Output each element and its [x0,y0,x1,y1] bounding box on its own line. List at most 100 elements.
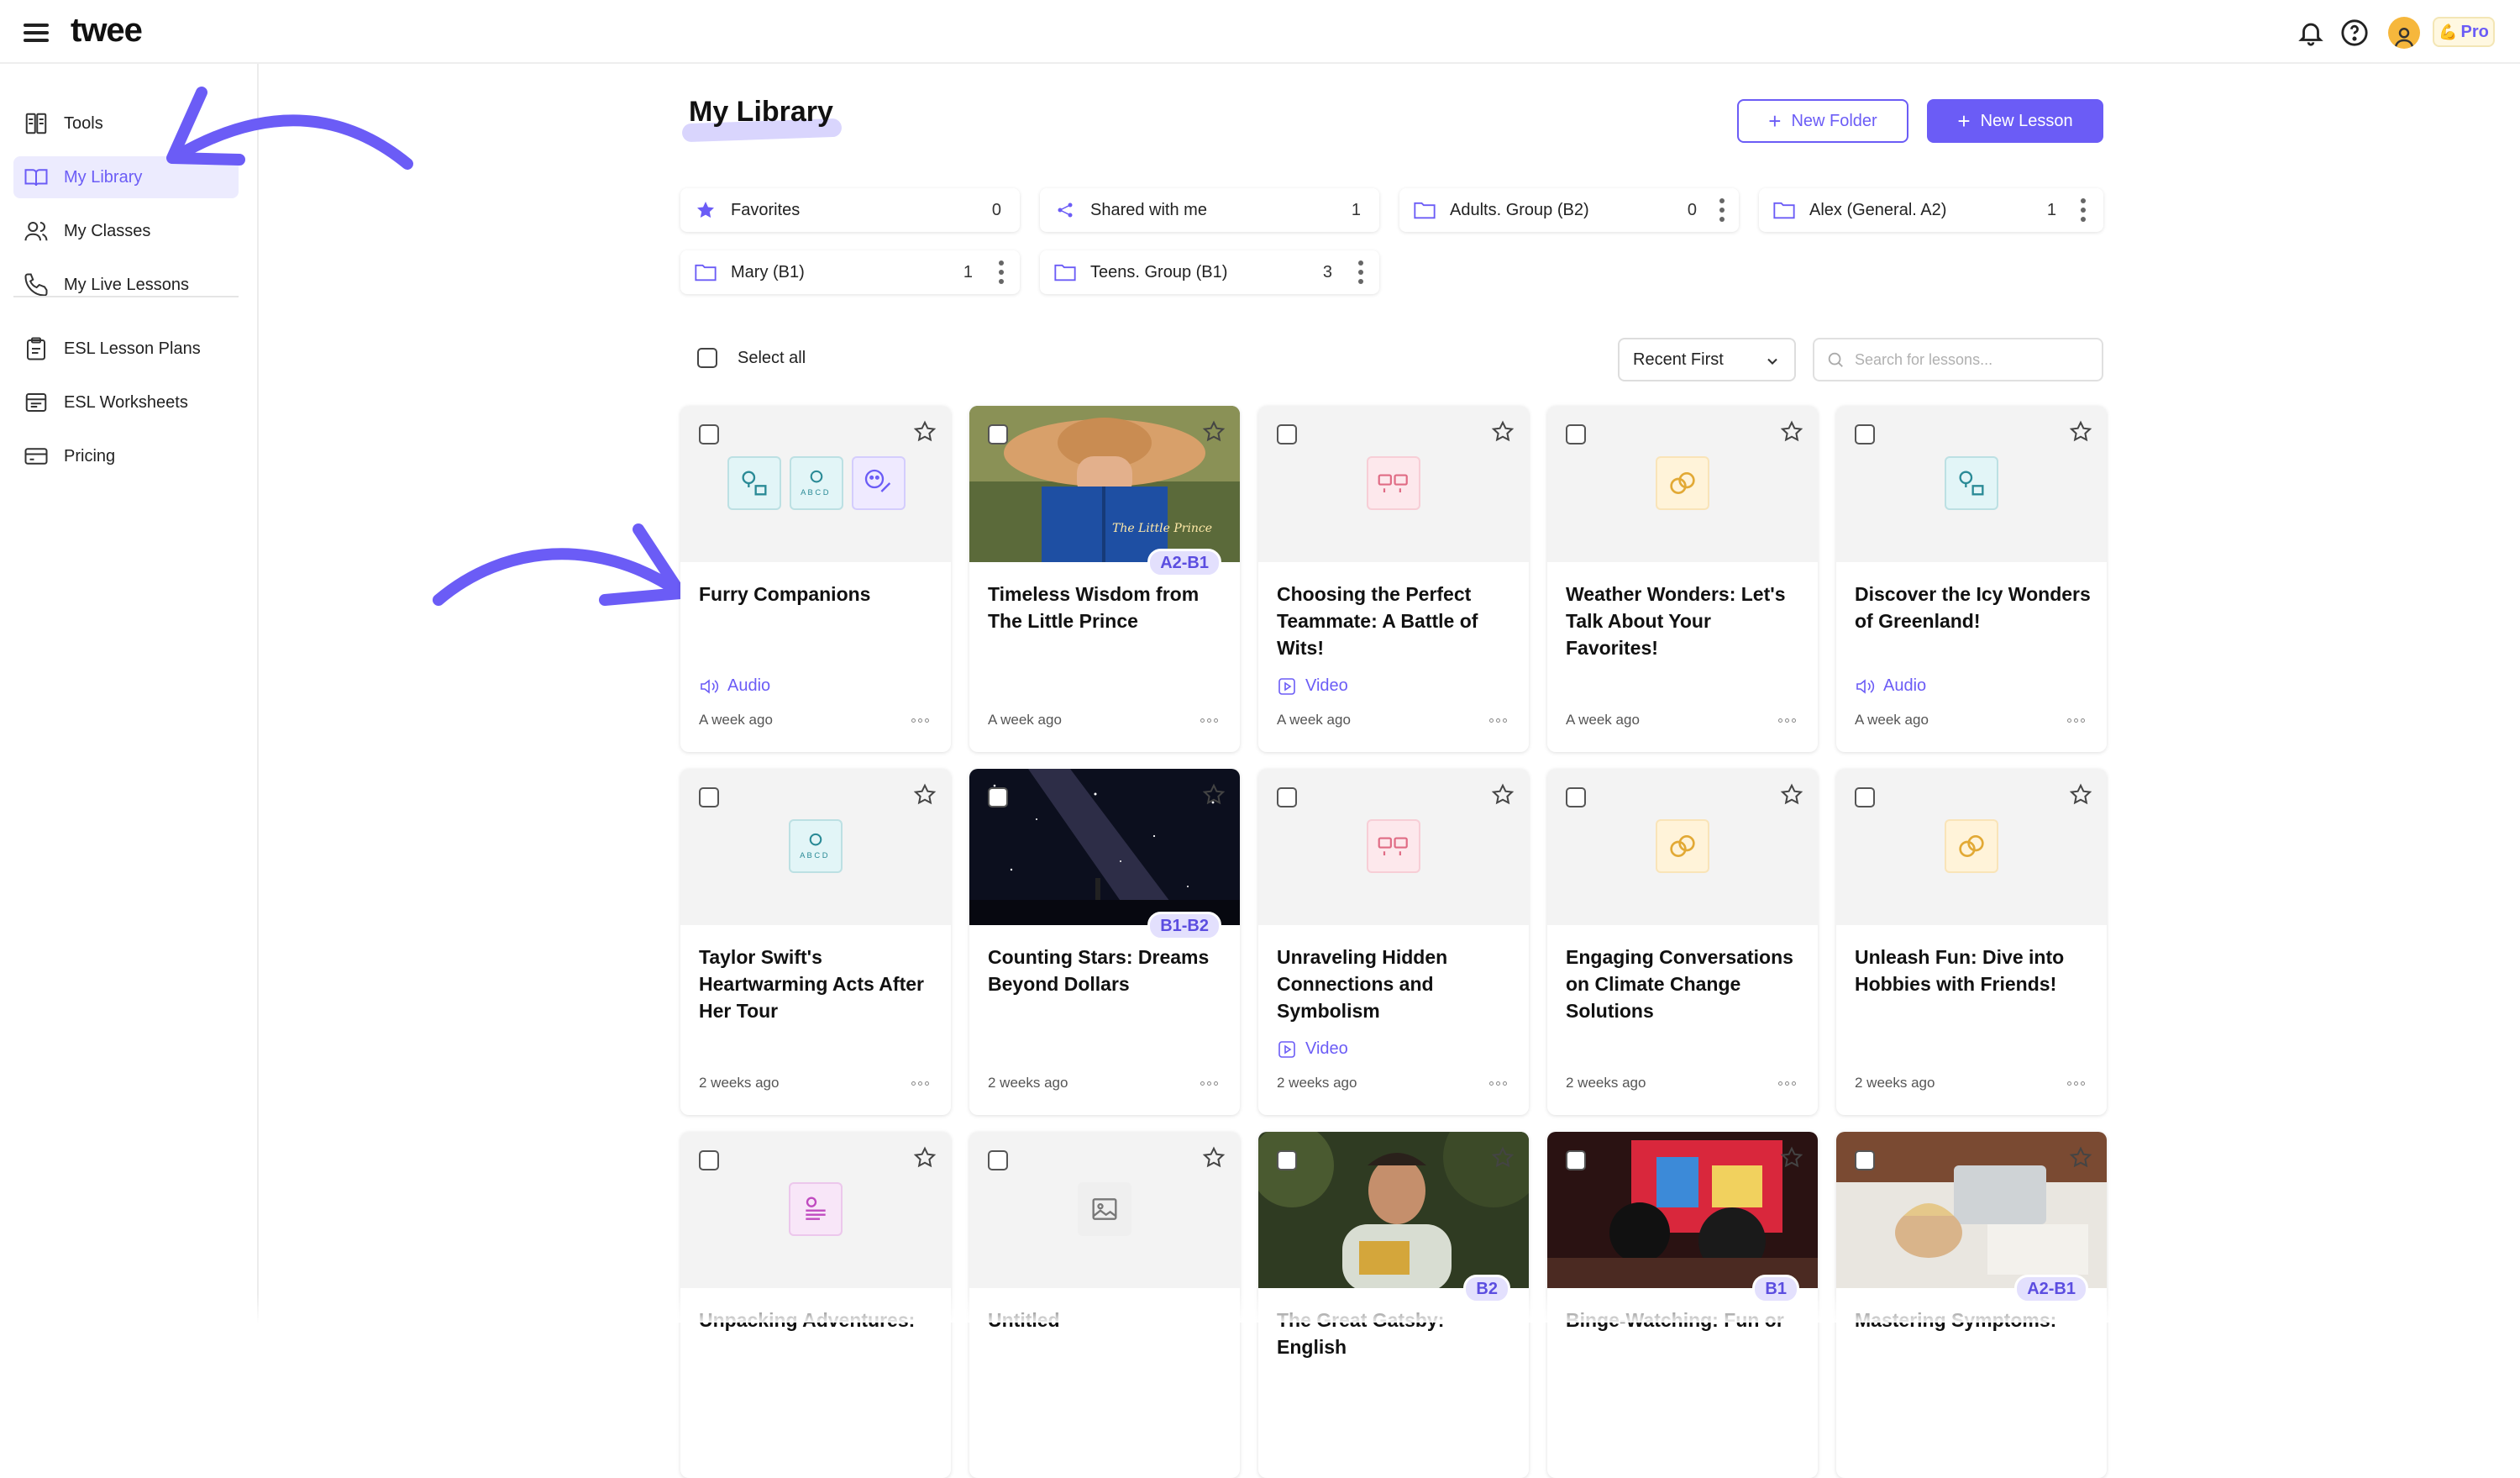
more-options-icon[interactable] [2067,718,2085,723]
lesson-card[interactable]: B1-B2 Counting Stars: Dreams Beyond Dolla… [969,769,1240,1115]
sidebar-item-esl-worksheets[interactable]: ESL Worksheets [13,381,239,423]
star-icon[interactable] [1490,1145,1515,1170]
more-options-icon[interactable] [1489,1081,1507,1086]
lesson-title: Discover the Icy Wonders of Greenland! [1855,583,2091,632]
star-icon[interactable] [912,782,937,807]
folder-teens-group[interactable]: Teens. Group (B1) 3 [1040,250,1379,294]
star-icon[interactable] [2068,419,2093,444]
more-options-icon[interactable] [1200,1081,1218,1086]
star-icon[interactable] [1490,419,1515,444]
star-icon[interactable] [1779,1145,1804,1170]
sidebar-item-tools[interactable]: Tools [13,103,239,145]
lesson-card[interactable]: The Little Prince A2-B1 Timeless Wisdom fr… [969,406,1240,752]
avatar[interactable] [2388,17,2420,49]
star-icon[interactable] [1201,1145,1226,1170]
lesson-date: 2 weeks ago [1277,1075,1357,1091]
lesson-checkbox[interactable] [988,424,1008,444]
lesson-checkbox[interactable] [1566,424,1586,444]
more-options-icon[interactable] [1778,1081,1796,1086]
clipboard-icon [27,337,45,360]
select-all-checkbox[interactable] [697,348,717,368]
folder-adults-group[interactable]: Adults. Group (B2) 0 [1399,188,1739,232]
menu-icon[interactable] [24,24,49,42]
lesson-checkbox[interactable] [1277,1150,1297,1170]
lesson-card[interactable]: Unraveling Hidden Connections and Symbol… [1258,769,1529,1115]
lesson-type-icon [1656,819,1709,873]
lesson-date: A week ago [1566,712,1640,728]
sidebar-item-my-live-lessons[interactable]: My Live Lessons [13,264,239,306]
new-lesson-button[interactable]: + New Lesson [1927,99,2103,143]
folder-shared-with-me[interactable]: Shared with me 1 [1040,188,1379,232]
more-options-icon[interactable] [1778,718,1796,723]
folder-menu-icon[interactable] [998,260,1005,284]
lesson-date: 2 weeks ago [699,1075,780,1091]
audio-icon [1856,678,1875,694]
help-icon[interactable] [2340,18,2369,47]
star-icon[interactable] [1201,419,1226,444]
new-folder-button[interactable]: + New Folder [1737,99,1908,143]
star-icon[interactable] [2068,782,2093,807]
sidebar-item-esl-lesson-plans[interactable]: ESL Lesson Plans [13,328,239,370]
pro-badge[interactable]: 💪 Pro [2433,17,2495,47]
lesson-card[interactable]: Weather Wonders: Let's Talk About Your F… [1547,406,1818,752]
search-icon [1828,352,1843,367]
sidebar-item-my-classes[interactable]: My Classes [13,210,239,252]
folder-menu-icon[interactable] [1357,260,1364,284]
bell-icon[interactable] [2297,18,2325,47]
lesson-checkbox[interactable] [1855,787,1875,807]
star-icon[interactable] [912,1145,937,1170]
lesson-checkbox[interactable] [1277,787,1297,807]
lesson-checkbox[interactable] [699,787,719,807]
sidebar-item-my-library[interactable]: My Library [13,156,239,198]
lesson-type: Audio [1855,676,1926,696]
lesson-checkbox[interactable] [1855,424,1875,444]
lesson-thumbnail [969,1132,1240,1288]
folder-name: Mary (B1) [731,262,805,281]
folder-menu-icon[interactable] [2080,198,2087,222]
star-icon[interactable] [1490,782,1515,807]
lesson-card[interactable]: A B C D Furry Companions Audio A week ago [680,406,951,752]
svg-text:The Little Prince: The Little Prince [1112,522,1212,535]
lesson-card[interactable]: Unleash Fun: Dive into Hobbies with Frie… [1836,769,2107,1115]
lesson-card[interactable]: Discover the Icy Wonders of Greenland! Au… [1836,406,2107,752]
lesson-photo [1258,1132,1529,1288]
more-options-icon[interactable] [911,1081,929,1086]
lesson-checkbox[interactable] [699,1150,719,1170]
lesson-card[interactable]: Choosing the Perfect Teammate: A Battle … [1258,406,1529,752]
lesson-type-icon [1656,456,1709,510]
select-all[interactable]: Select all [697,348,806,368]
search-input[interactable] [1855,350,2090,369]
lesson-title: Weather Wonders: Let's Talk About Your F… [1566,583,1786,659]
more-options-icon[interactable] [1200,718,1218,723]
more-options-icon[interactable] [911,718,929,723]
lesson-card[interactable]: A B C D Taylor Swift's Heartwarming Acts … [680,769,951,1115]
lesson-type-label: Video [1305,676,1348,695]
star-icon[interactable] [2068,1145,2093,1170]
lesson-checkbox[interactable] [1855,1150,1875,1170]
more-options-icon[interactable] [1489,718,1507,723]
top-bar: twee 💪 Pro [0,0,2520,64]
lesson-card[interactable]: Engaging Conversations on Climate Change… [1547,769,1818,1115]
folder-favorites[interactable]: Favorites 0 [680,188,1020,232]
folder-count: 0 [1687,200,1697,219]
lesson-checkbox[interactable] [699,424,719,444]
star-icon[interactable] [1779,419,1804,444]
lesson-checkbox[interactable] [1566,1150,1586,1170]
lesson-type-icon [789,1182,843,1236]
folder-alex[interactable]: Alex (General. A2) 1 [1759,188,2103,232]
more-options-icon[interactable] [2067,1081,2085,1086]
lesson-checkbox[interactable] [1277,424,1297,444]
search-box[interactable] [1813,338,2103,381]
folder-mary[interactable]: Mary (B1) 1 [680,250,1020,294]
lesson-checkbox[interactable] [988,787,1008,807]
lesson-checkbox[interactable] [988,1150,1008,1170]
folder-menu-icon[interactable] [1719,198,1725,222]
star-icon[interactable] [1201,782,1226,807]
star-icon[interactable] [1779,782,1804,807]
sort-select[interactable]: Recent First [1618,338,1796,381]
share-icon [1058,203,1073,218]
logo[interactable]: twee [71,12,143,50]
sidebar-item-pricing[interactable]: Pricing [13,435,239,477]
lesson-checkbox[interactable] [1566,787,1586,807]
star-icon[interactable] [912,419,937,444]
